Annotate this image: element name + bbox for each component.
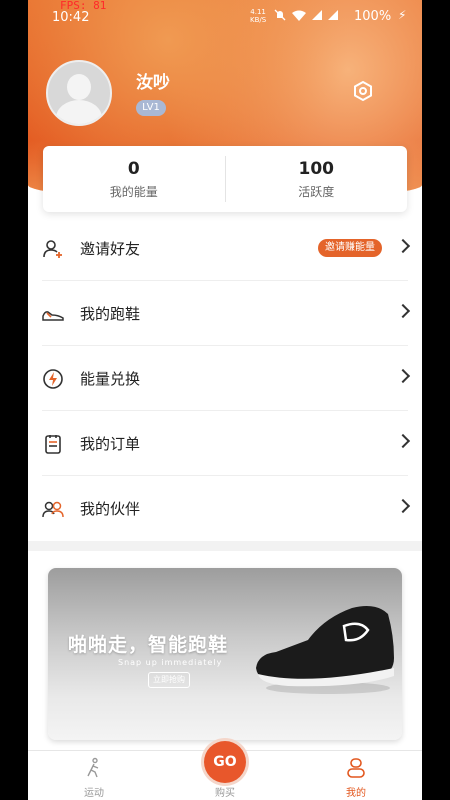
menu-item-label: 我的订单 (80, 435, 141, 453)
network-speed-value: 4.11 (250, 8, 266, 16)
avatar-body (56, 100, 102, 124)
runner-icon (87, 757, 99, 778)
chevron-right-icon (395, 368, 411, 384)
stat-label: 活跃度 (298, 184, 335, 199)
banner-cta-button[interactable]: 立即抢购 (148, 672, 190, 688)
invite-badge[interactable]: 邀请赚能量 (318, 239, 382, 257)
menu-item-my-shoes[interactable]: 我的跑鞋 (28, 281, 422, 346)
menu-item-energy-exchange[interactable]: 能量兑换 (28, 346, 422, 411)
chevron-right-icon (395, 303, 411, 319)
menu-item-invite-friends[interactable]: 邀请好友 邀请赚能量 (28, 216, 422, 281)
users-icon (42, 501, 64, 518)
menu-item-my-orders[interactable]: 我的订单 (28, 411, 422, 476)
tab-mine[interactable]: 我的 (316, 757, 396, 799)
stat-label: 我的能量 (109, 184, 158, 199)
stats-card: 0 我的能量 100 活跃度 (43, 146, 407, 212)
profile-icon (347, 758, 365, 778)
clipboard-icon (45, 435, 61, 454)
mute-icon (274, 9, 286, 21)
tab-label-buy: 购买 (215, 788, 235, 799)
stat-value: 100 (298, 158, 335, 179)
menu-item-label: 邀请好友 (80, 240, 141, 258)
signal-icon (312, 10, 322, 20)
go-buy-button[interactable]: GO (204, 741, 246, 783)
signal-icon-2 (328, 10, 338, 20)
lightning-icon (43, 369, 63, 389)
network-speed: 4.11 KB/S (250, 8, 266, 24)
menu-item-label: 能量兑换 (80, 370, 141, 388)
menu-item-label: 我的跑鞋 (80, 305, 141, 323)
battery-level: 100% (354, 9, 392, 24)
clock: 10:42 (52, 10, 90, 25)
tab-bar: 运动 GO 购买 我的 (28, 741, 422, 800)
section-divider (28, 541, 422, 551)
shoe-icon (42, 311, 64, 321)
wifi-icon (292, 10, 306, 21)
banner-subline: Snap up immediately (118, 658, 223, 667)
chevron-right-icon (395, 238, 411, 254)
phone-screen: FPS: 81 10:42 4.11 KB/S 100% ⚡ 汝吵 LV1 0 … (0, 0, 450, 800)
tab-label: 我的 (346, 788, 366, 799)
chevron-right-icon (395, 433, 411, 449)
network-speed-unit: KB/S (250, 16, 267, 24)
avatar[interactable] (46, 60, 112, 126)
banner-headline: 啪啪走，智能跑鞋 (68, 634, 229, 656)
stat-value: 0 (127, 158, 140, 179)
menu-list: 邀请好友 邀请赚能量 我的跑鞋 能量兑换 我的订单 我的伙伴 (28, 216, 422, 541)
charging-icon: ⚡ (398, 8, 407, 22)
user-add-icon (43, 240, 62, 258)
menu-item-label: 我的伙伴 (80, 500, 141, 518)
promo-banner[interactable]: 啪啪走，智能跑鞋 Snap up immediately 立即抢购 (48, 568, 402, 740)
tab-sport[interactable]: 运动 (54, 757, 134, 799)
sneaker-image (256, 606, 394, 694)
settings-icon[interactable] (352, 80, 374, 102)
menu-item-my-partners[interactable]: 我的伙伴 (28, 476, 422, 541)
avatar-head (67, 74, 91, 100)
status-bar: FPS: 81 10:42 4.11 KB/S 100% ⚡ (28, 0, 422, 30)
stat-energy[interactable]: 0 我的能量 (43, 146, 225, 212)
tab-label: 运动 (84, 788, 104, 799)
status-icons (274, 9, 338, 21)
stat-activity[interactable]: 100 活跃度 (226, 146, 408, 212)
username: 汝吵 (136, 73, 170, 93)
app-page: FPS: 81 10:42 4.11 KB/S 100% ⚡ 汝吵 LV1 0 … (28, 0, 422, 800)
chevron-right-icon (395, 498, 411, 514)
level-badge: LV1 (136, 100, 166, 116)
